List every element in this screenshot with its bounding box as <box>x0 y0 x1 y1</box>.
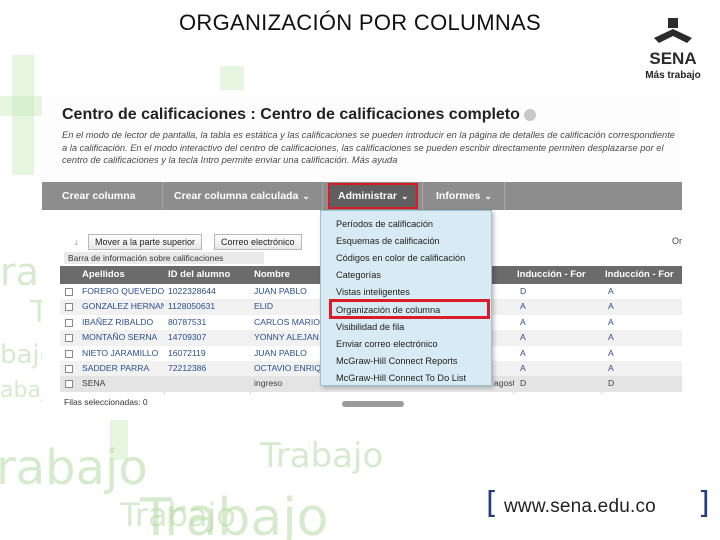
table-cell-id: 14709307 <box>168 332 207 343</box>
url-bracket-close: ] <box>698 486 710 521</box>
nav-crear-columna-calculada[interactable]: Crear columna calculada ⌄ <box>164 182 310 210</box>
logo-caption: Más trabajo <box>645 70 701 81</box>
column-header-apellidos[interactable]: Apellidos <box>82 266 162 284</box>
table-cell-last: IBAÑEZ RIBALDO <box>82 316 154 327</box>
table-cell-last: FORERO QUEVEDO <box>82 286 164 296</box>
nav-crear-columna[interactable]: Crear columna <box>52 182 136 210</box>
row-checkbox[interactable] <box>65 334 73 343</box>
table-cell-last: SADDER PARRA <box>82 363 150 373</box>
table-cell-last: MONTAÑO SERNA <box>82 332 158 343</box>
nav-divider <box>162 182 163 210</box>
chevron-down-icon: ⌄ <box>400 191 409 201</box>
table-cell-c2[interactable]: A <box>608 330 680 345</box>
table-cell-id: 1022328644 <box>168 286 216 296</box>
table-cell-id: 16072119 <box>168 347 206 358</box>
menu-item-periodos[interactable]: Períodos de calificación <box>336 219 433 229</box>
bg-word-5: ra <box>0 250 39 294</box>
logo-text: SENA <box>649 49 696 68</box>
table-cell-id: 72212386 <box>168 363 207 373</box>
table-cell-c1[interactable]: A <box>520 315 600 330</box>
nav-divider <box>504 182 505 210</box>
nav-label: Crear columna <box>62 190 136 202</box>
bg-word-2: Trabajo <box>140 488 329 540</box>
table-cell-last: GONZALEZ HERNAND <box>82 301 164 312</box>
menu-item-mcgraw-todo[interactable]: McGraw-Hill Connect To Do List <box>336 373 466 383</box>
horizontal-scrollbar[interactable] <box>342 401 404 407</box>
table-cell-id <box>168 376 248 391</box>
bg-word-8: abaj <box>0 378 48 403</box>
row-checkbox[interactable] <box>65 349 73 358</box>
row-checkbox[interactable] <box>65 318 73 327</box>
menu-item-visibilidad-fila[interactable]: Visibilidad de fila <box>336 322 404 332</box>
column-header-induccion-1[interactable]: Inducción - For <box>517 266 601 284</box>
page-heading-text: Centro de calificaciones : Centro de cal… <box>62 106 520 123</box>
bg-square <box>220 66 244 90</box>
table-cell-c1[interactable]: A <box>520 299 600 314</box>
menu-item-esquemas[interactable]: Esquemas de calificación <box>336 236 440 246</box>
nav-label: Crear columna calculada <box>174 190 299 202</box>
sena-url: www.sena.edu.co <box>504 496 656 517</box>
email-button[interactable]: Correo electrónico <box>214 234 302 250</box>
page-header: Centro de calificaciones : Centro de cal… <box>42 96 682 182</box>
table-cell-c1[interactable]: A <box>520 346 600 361</box>
table-cell-c1[interactable]: D <box>520 376 600 391</box>
table-cell-c2[interactable]: D <box>608 376 680 391</box>
table-cell-id: 80787531 <box>168 316 207 327</box>
menu-item-vistas-inteligentes[interactable]: Vistas inteligentes <box>336 287 410 297</box>
table-cell-c1[interactable]: A <box>520 330 600 345</box>
table-cell-last: SENA <box>82 378 106 389</box>
table-cell-last: NIETO JARAMILLO <box>82 347 159 358</box>
move-to-top-button[interactable]: Mover a la parte superior <box>88 234 203 250</box>
chevron-down-icon: ⌄ <box>302 191 310 201</box>
info-bar[interactable]: Barra de información sobre calificacione… <box>64 252 264 264</box>
table-cell-c2[interactable]: A <box>608 299 680 314</box>
row-checkbox[interactable] <box>65 380 73 389</box>
bg-word-1: Trabajo <box>260 436 384 476</box>
table-cell-c2[interactable]: A <box>608 361 680 376</box>
slide-title: ORGANIZACIÓN POR COLUMNAS <box>179 10 541 35</box>
bg-bottom-vertical <box>110 420 128 460</box>
column-header-induccion-2[interactable]: Inducción - For <box>605 266 682 284</box>
row-checkbox[interactable] <box>65 288 73 296</box>
menu-item-enviar-correo[interactable]: Enviar correo electrónico <box>336 339 438 349</box>
row-checkbox[interactable] <box>65 303 73 312</box>
page-description: En el modo de lector de pantalla, la tab… <box>62 130 675 165</box>
nav-label: Administrar <box>338 190 397 202</box>
selected-rows-count: Filas seleccionadas: 0 <box>64 397 148 407</box>
chevron-down-icon[interactable] <box>523 108 536 121</box>
nav-administrar[interactable]: Administrar ⌄ <box>328 183 418 209</box>
url-bracket-open: [ <box>486 486 498 521</box>
table-cell-c2[interactable]: A <box>608 346 680 361</box>
row-checkbox[interactable] <box>65 365 73 373</box>
table-cell-c1[interactable]: A <box>520 361 600 376</box>
nav-informes[interactable]: Informes ⌄ <box>426 182 492 210</box>
administrar-dropdown-menu: Períodos de calificación Esquemas de cal… <box>320 210 492 386</box>
nav-divider <box>422 182 423 210</box>
order-label: Or <box>672 236 682 246</box>
table-cell-id: 1128050631 <box>168 301 216 312</box>
nav-label: Informes <box>436 190 481 202</box>
menu-item-mcgraw-reports[interactable]: McGraw-Hill Connect Reports <box>336 356 458 366</box>
column-header-nombre[interactable]: Nombre <box>254 266 324 284</box>
table-cell-c2[interactable]: A <box>608 284 680 299</box>
arrow-down-icon: ↓ <box>74 237 79 247</box>
action-bar: Crear columna Crear columna calculada ⌄ A… <box>42 182 682 210</box>
table-cell-c1[interactable]: D <box>520 284 600 299</box>
page-heading: Centro de calificaciones : Centro de cal… <box>62 106 536 124</box>
menu-item-codigos-color[interactable]: Códigos en color de calificación <box>336 253 465 263</box>
menu-item-categorias[interactable]: Categorías <box>336 270 381 280</box>
table-cell-c2[interactable]: A <box>608 315 680 330</box>
nav-divider <box>322 182 323 210</box>
chevron-down-icon: ⌄ <box>484 191 492 201</box>
highlight-organizacion-columna <box>329 299 490 319</box>
bg-word-4: Trabajo <box>120 496 236 534</box>
column-header-id[interactable]: ID del alumno <box>168 266 248 284</box>
